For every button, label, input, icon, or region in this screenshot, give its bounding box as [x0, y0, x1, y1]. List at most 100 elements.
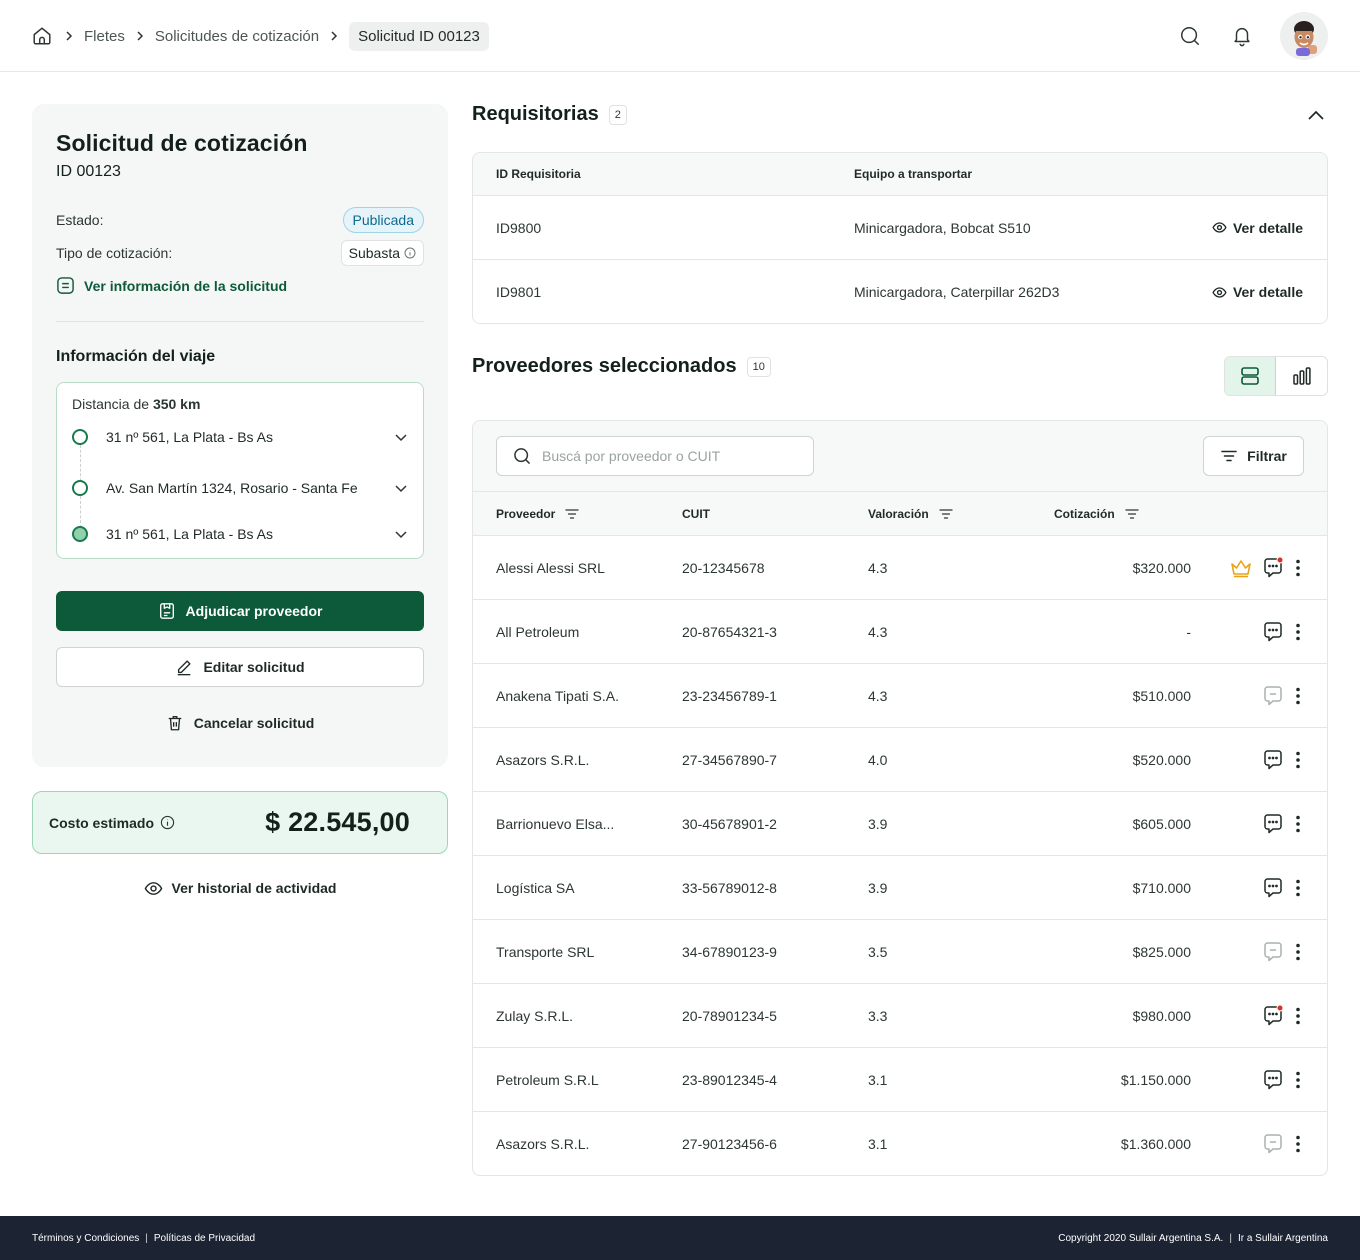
provider-rating: 3.3: [868, 1007, 888, 1024]
table-header: ID Requisitoria Equipo a transportar: [473, 153, 1327, 196]
type-value: Subasta: [348, 245, 400, 261]
table-row[interactable]: Logística SA 33-56789012-8 3.9 $710.000: [473, 856, 1327, 920]
bell-icon[interactable]: [1228, 22, 1256, 50]
trip-stop[interactable]: 31 nº 561, La Plata - Bs As: [72, 426, 409, 448]
status-row: Estado: Publicada: [56, 207, 424, 233]
chevron-up-icon[interactable]: [1304, 104, 1328, 128]
provider-cuit: 33-56789012-8: [682, 879, 777, 896]
chat-unread-icon[interactable]: [1261, 556, 1285, 580]
more-options-icon[interactable]: [1295, 558, 1301, 578]
search-input[interactable]: [542, 448, 802, 464]
activity-history-link[interactable]: Ver historial de actividad: [32, 876, 448, 900]
trip-distance: Distancia de 350 km: [72, 396, 200, 412]
pencil-icon: [175, 658, 193, 676]
more-options-icon[interactable]: [1295, 686, 1301, 706]
origin-dot-icon: [72, 429, 88, 445]
chat-icon[interactable]: [1261, 812, 1285, 836]
terms-link[interactable]: Términos y Condiciones: [32, 1233, 139, 1244]
table-header: Proveedor CUIT Valoración Cotización: [473, 492, 1327, 536]
edit-request-button[interactable]: Editar solicitud: [56, 647, 424, 687]
requisition-id: ID9801: [496, 284, 542, 300]
chevron-down-icon: [393, 480, 409, 496]
more-options-icon[interactable]: [1295, 750, 1301, 770]
provider-name: Petroleum S.R.L: [496, 1071, 599, 1088]
provider-cuit: 20-12345678: [682, 559, 765, 576]
award-icon: [158, 602, 176, 620]
search-icon[interactable]: [1176, 22, 1204, 50]
more-options-icon[interactable]: [1295, 622, 1301, 642]
more-options-icon[interactable]: [1295, 814, 1301, 834]
providers-title: Proveedores seleccionados 10: [472, 355, 771, 378]
copyright: Copyright 2020 Sullair Argentina S.A.: [1058, 1232, 1224, 1244]
table-row[interactable]: Petroleum S.R.L 23-89012345-4 3.1 $1.150.00…: [473, 1048, 1327, 1112]
provider-name: Alessi Alessi SRL: [496, 559, 605, 576]
table-row[interactable]: Alessi Alessi SRL 20-12345678 4.3 $320.000: [473, 536, 1327, 600]
requisitions-table: ID Requisitoria Equipo a transportar ID9…: [472, 152, 1328, 324]
chat-unread-icon[interactable]: [1261, 1004, 1285, 1028]
table-row[interactable]: Anakena Tipati S.A. 23-23456789-1 4.3 $510.…: [473, 664, 1327, 728]
info-icon[interactable]: [160, 815, 175, 830]
table-row[interactable]: Barrionuevo Elsa... 30-45678901-2 3.9 $605.…: [473, 792, 1327, 856]
provider-quote: $320.000: [1132, 559, 1191, 576]
table-row[interactable]: All Petroleum 20-87654321-3 4.3 -: [473, 600, 1327, 664]
chat-icon[interactable]: [1261, 748, 1285, 772]
chevron-right-icon: [319, 30, 349, 42]
sort-icon: [1125, 508, 1139, 520]
chat-icon[interactable]: [1261, 876, 1285, 900]
more-options-icon[interactable]: [1295, 1134, 1301, 1154]
stop-address: Av. San Martín 1324, Rosario - Santa Fe: [106, 480, 358, 496]
provider-name: Transporte SRL: [496, 943, 595, 960]
trip-stop[interactable]: Av. San Martín 1324, Rosario - Santa Fe: [72, 477, 409, 499]
search-field[interactable]: [496, 436, 814, 476]
estimated-cost-value: $ 22.545,00: [265, 807, 410, 837]
award-provider-label: Adjudicar proveedor: [185, 603, 323, 619]
column-cuit: CUIT: [682, 507, 710, 521]
chat-icon[interactable]: [1261, 1068, 1285, 1092]
list-view-icon[interactable]: [1225, 357, 1277, 395]
avatar[interactable]: [1280, 12, 1328, 60]
providers-toolbar: Filtrar: [473, 421, 1327, 492]
footer: Términos y Condiciones | Políticas de Priv…: [0, 1216, 1360, 1260]
view-request-info-label: Ver información de la solicitud: [84, 277, 288, 294]
table-row[interactable]: Zulay S.R.L. 20-78901234-5 3.3 $980.000: [473, 984, 1327, 1048]
award-provider-button[interactable]: Adjudicar proveedor: [56, 591, 424, 631]
chat-icon[interactable]: [1261, 620, 1285, 644]
table-row[interactable]: Transporte SRL 34-67890123-9 3.5 $825.000: [473, 920, 1327, 984]
request-title: Solicitud de cotización: [56, 130, 308, 156]
more-options-icon[interactable]: [1295, 878, 1301, 898]
requisitions-title: Requisitorias 2: [472, 103, 627, 126]
view-request-info-link[interactable]: Ver información de la solicitud: [56, 276, 287, 295]
provider-cuit: 34-67890123-9: [682, 943, 777, 960]
column-label: Proveedor: [496, 506, 556, 521]
provider-cuit: 20-78901234-5: [682, 1007, 777, 1024]
column-valoracion[interactable]: Valoración: [868, 507, 953, 521]
filter-button[interactable]: Filtrar: [1203, 436, 1304, 476]
privacy-link[interactable]: Políticas de Privacidad: [154, 1233, 255, 1244]
provider-cuit: 27-90123456-6: [682, 1136, 777, 1152]
info-icon[interactable]: [404, 247, 416, 259]
trip-stop[interactable]: 31 nº 561, La Plata - Bs As: [72, 523, 409, 545]
column-proveedor[interactable]: Proveedor: [496, 506, 580, 521]
column-label: Valoración: [868, 506, 929, 521]
provider-cuit: 30-45678901-2: [682, 815, 777, 832]
table-row[interactable]: Asazors S.R.L. 27-34567890-7 4.0 $520.000: [473, 728, 1327, 792]
home-icon[interactable]: [30, 24, 54, 48]
bar-chart-icon[interactable]: [1276, 357, 1327, 395]
waypoint-dot-icon: [72, 480, 88, 496]
more-options-icon[interactable]: [1295, 1070, 1301, 1090]
external-site-link[interactable]: Ir a Sullair Argentina: [1238, 1233, 1328, 1244]
view-detail-link[interactable]: Ver detalle: [1212, 284, 1303, 300]
view-detail-link[interactable]: Ver detalle: [1212, 220, 1303, 236]
cancel-request-button[interactable]: Cancelar solicitud: [56, 703, 424, 743]
column-cotizacion[interactable]: Cotización: [1054, 507, 1139, 521]
breadcrumb-solicitudes[interactable]: Solicitudes de cotización: [155, 28, 319, 45]
request-id: ID 00123: [56, 163, 121, 180]
provider-cuit: 27-34567890-7: [682, 751, 777, 768]
breadcrumb-fletes[interactable]: Fletes: [84, 28, 125, 45]
more-options-icon[interactable]: [1295, 1006, 1301, 1026]
provider-rating: 4.3: [868, 559, 888, 576]
table-row[interactable]: Asazors S.R.L. 27-90123456-6 3.1 $1.360.000: [473, 1112, 1327, 1175]
provider-rating: 3.1: [868, 1071, 888, 1088]
more-options-icon[interactable]: [1295, 942, 1301, 962]
requisitions-count: 2: [608, 104, 627, 125]
